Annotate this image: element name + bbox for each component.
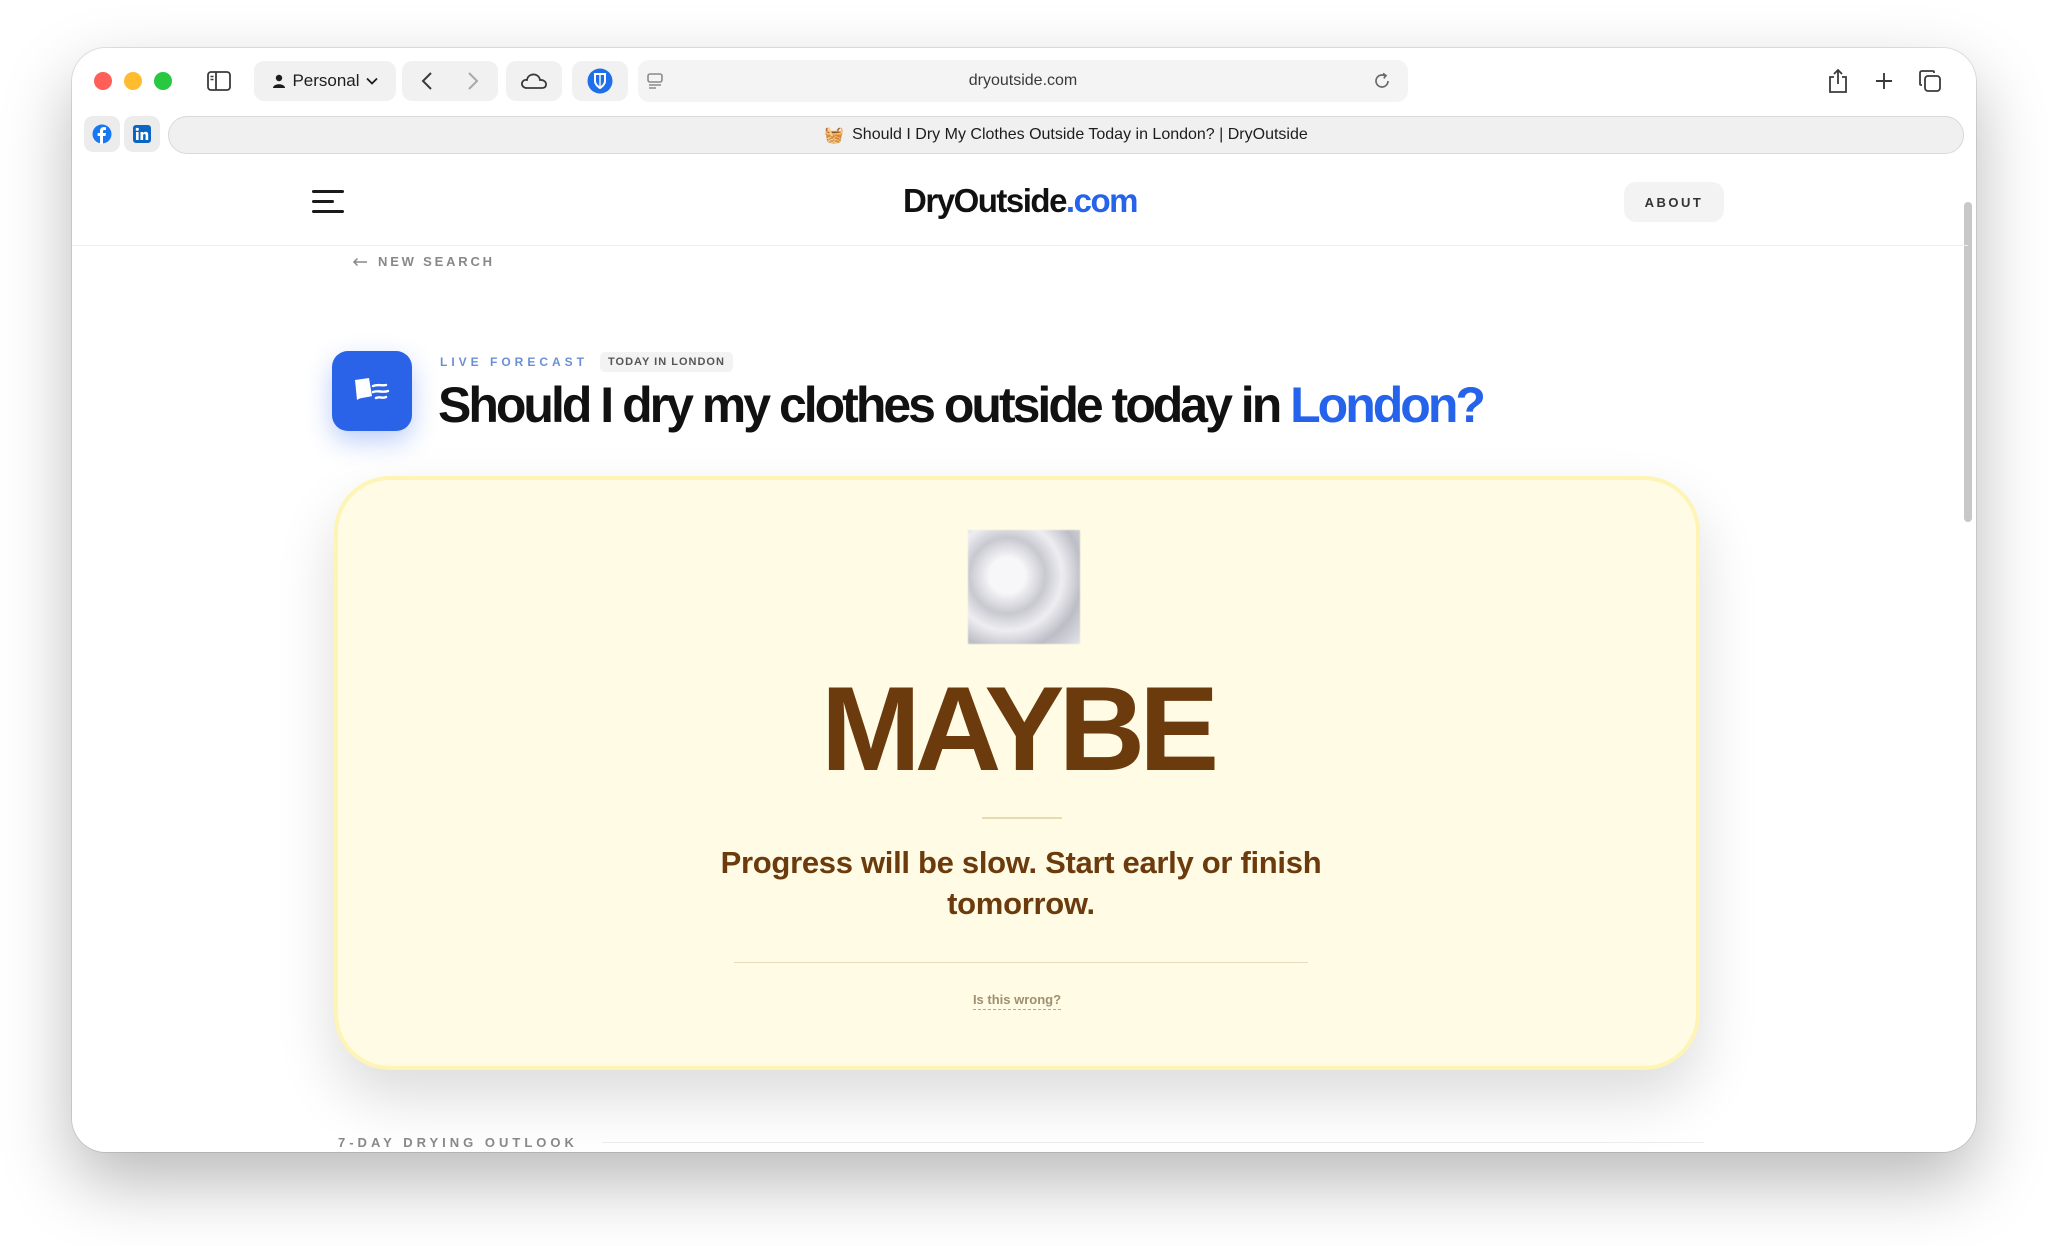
verdict-message: Progress will be slow. Start early or fi… [720,845,1322,921]
facebook-icon [92,124,112,144]
clothesline-icon [332,351,412,431]
plus-icon [1876,73,1892,89]
close-window-button[interactable] [94,72,112,90]
divider [982,817,1062,819]
verdict-card: MAYBE Progress will be slow. Start early… [334,476,1700,1070]
profile-label: Personal [292,71,360,90]
logo-tld: .com [1065,182,1139,219]
headline-prefix: Should I dry my clothes outside today in [438,377,1282,433]
back-button[interactable] [404,61,450,101]
reload-icon[interactable] [1372,71,1392,91]
forward-button[interactable] [450,61,496,101]
page-settings-icon [647,73,663,89]
page-title: Should I dry my clothes outside today in… [438,376,1486,434]
minimize-window-button[interactable] [124,72,142,90]
divider [601,1142,1704,1143]
verdict-word: MAYBE [820,662,1219,796]
feedback-link-wrapper: Is this wrong? [338,992,1696,1010]
tabs-overview-icon [1919,70,1941,92]
new-tab-button[interactable] [1862,61,1906,101]
headline-city: London? [1290,377,1486,433]
new-search-label: NEW SEARCH [378,254,495,269]
address-bar[interactable]: dryoutside.com [638,60,1408,102]
page-menu-button[interactable] [638,61,672,101]
pinned-tab-linkedin[interactable] [124,116,160,152]
about-button[interactable]: ABOUT [1624,182,1724,222]
cloud-icon [521,73,547,89]
share-button[interactable] [1816,61,1860,101]
url-text: dryoutside.com [968,72,1078,89]
tab-title: Should I Dry My Clothes Outside Today in… [852,126,1308,143]
live-forecast-label: LIVE FORECAST [440,355,589,369]
pinned-tab-facebook[interactable] [84,116,120,152]
outlook-label: 7-DAY DRYING OUTLOOK [338,1135,578,1150]
linkedin-icon [133,125,151,143]
active-tab[interactable]: 🧺 Should I Dry My Clothes Outside Today … [168,116,1964,154]
browser-window: Personal dryoutside.com 🧺 Should I Dry M… [72,48,1976,1152]
cloudy-weather-icon [968,530,1080,644]
new-search-link[interactable]: NEW SEARCH [352,254,495,269]
icloud-tabs-button[interactable] [506,61,562,101]
person-icon [273,74,286,88]
shield-icon [587,68,613,94]
location-chip: TODAY IN LONDON [600,352,733,372]
zoom-window-button[interactable] [154,72,172,90]
bitwarden-extension-button[interactable] [572,61,628,101]
web-page: DryOutside.com ABOUT NEW SEARCH LIVE FOR… [72,158,1976,1152]
share-icon [1829,68,1847,93]
is-this-wrong-link[interactable]: Is this wrong? [972,992,1062,1010]
chevron-down-icon [365,77,378,85]
tab-overview-button[interactable] [1908,61,1952,101]
tab-bar: 🧺 Should I Dry My Clothes Outside Today … [72,114,1976,158]
outlook-section-header: 7-DAY DRYING OUTLOOK [338,1135,1704,1150]
tab-favicon-basket-icon: 🧺 [824,127,845,144]
site-header: DryOutside.com ABOUT [72,158,1968,246]
sidebar-toggle-button[interactable] [196,61,242,101]
sidebar-icon [207,71,231,91]
logo-main: DryOutside [903,182,1067,219]
browser-toolbar: Personal dryoutside.com [72,48,1976,114]
vertical-scrollbar[interactable] [1964,202,1972,522]
divider [734,962,1308,963]
arrow-left-icon [352,257,367,266]
chevron-left-icon [421,72,432,90]
profile-switcher-button[interactable]: Personal [254,61,396,101]
chevron-right-icon [468,72,479,90]
hero-eyebrow: LIVE FORECAST TODAY IN LONDON [440,352,733,372]
